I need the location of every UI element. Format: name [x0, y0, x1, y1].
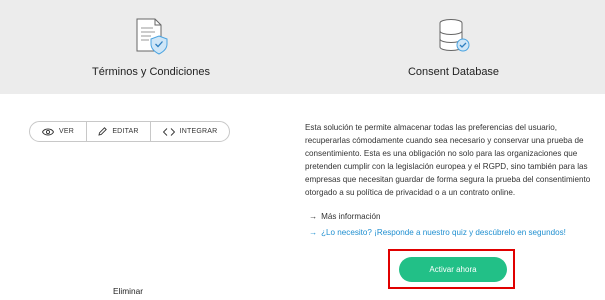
database-check-icon — [434, 16, 474, 56]
view-button[interactable]: VER — [30, 122, 86, 141]
consent-description: Esta solución te permite almacenar todas… — [305, 123, 591, 198]
eye-icon — [42, 128, 54, 136]
view-button-label: VER — [59, 128, 74, 135]
product-actions-toolbar: VER EDITAR INTEGRAR — [29, 121, 230, 142]
terms-card-title: Términos y Condiciones — [92, 66, 210, 78]
edit-button-label: EDITAR — [112, 128, 139, 135]
activate-now-button[interactable]: Activar ahora — [399, 257, 507, 282]
consent-card[interactable]: Consent Database — [302, 0, 605, 94]
edit-button[interactable]: EDITAR — [86, 122, 150, 141]
quiz-link[interactable]: → ¿Lo necesito? ¡Responde a nuestro quiz … — [309, 228, 566, 237]
consent-card-title: Consent Database — [407, 66, 500, 78]
more-info-link[interactable]: → Más información — [309, 212, 380, 221]
pencil-icon — [98, 127, 108, 136]
arrow-right-icon: → — [309, 212, 318, 221]
integrate-button-label: INTEGRAR — [179, 128, 218, 135]
delete-link[interactable]: Eliminar — [113, 286, 143, 296]
quiz-link-label: ¿Lo necesito? ¡Responde a nuestro quiz y… — [321, 228, 566, 237]
document-shield-icon — [131, 16, 171, 56]
code-icon — [162, 127, 175, 136]
more-info-label: Más información — [321, 212, 381, 221]
terms-card[interactable]: Términos y Condiciones — [0, 0, 302, 94]
integrate-button[interactable]: INTEGRAR — [150, 122, 229, 141]
arrow-right-icon: → — [309, 228, 318, 237]
